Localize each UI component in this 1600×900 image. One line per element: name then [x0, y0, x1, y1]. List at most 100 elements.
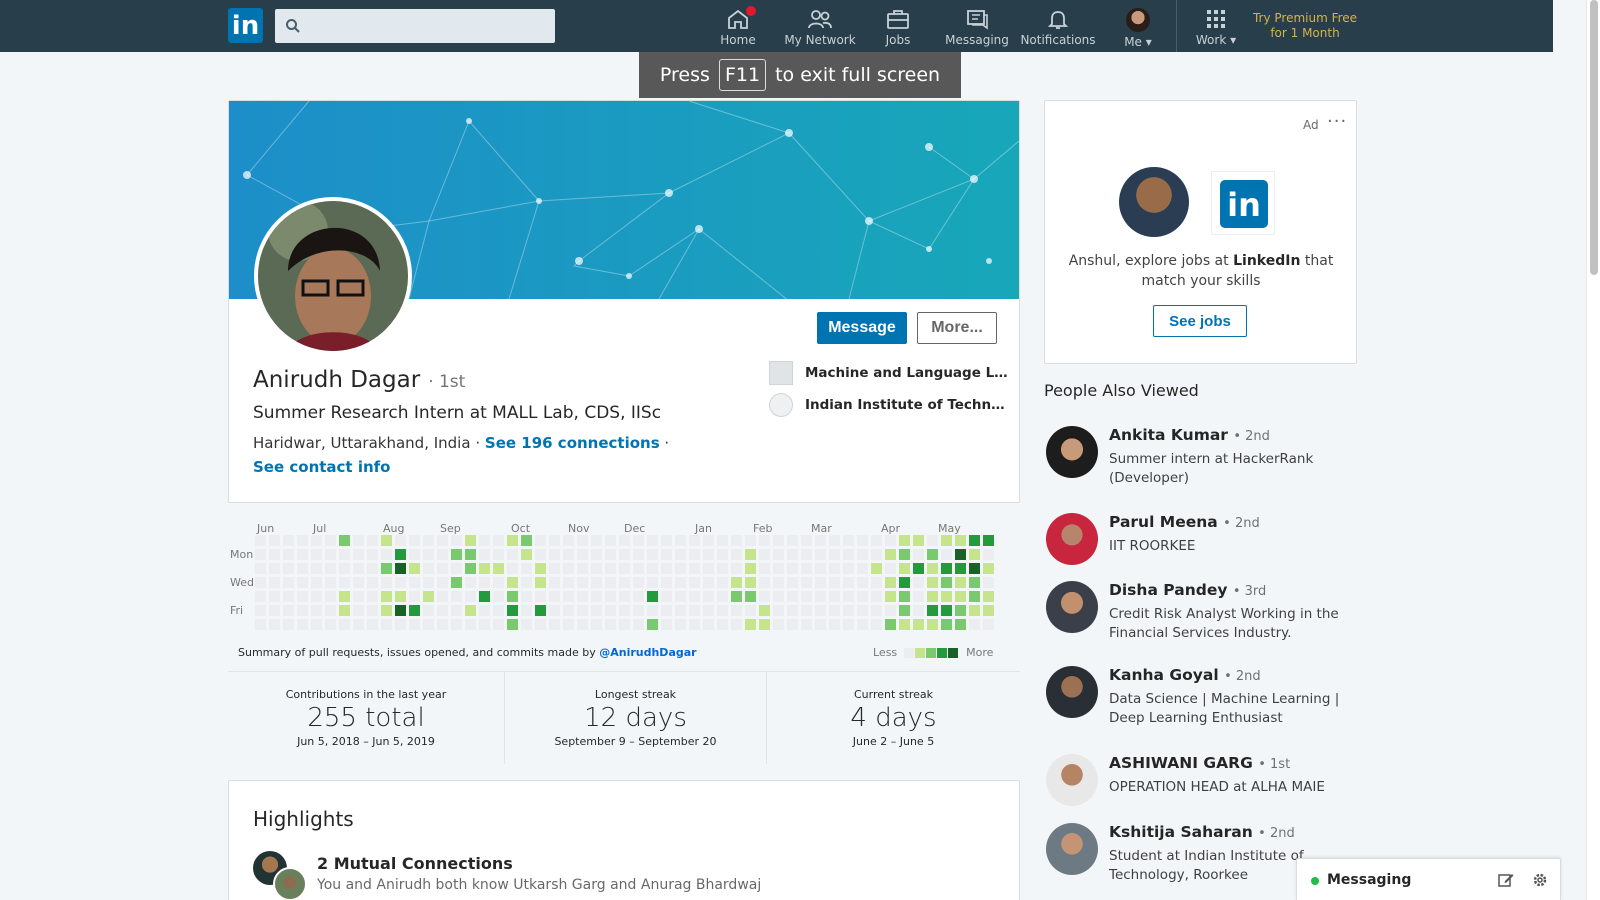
- contribution-cell: [521, 605, 532, 616]
- stat-value: 255 total: [307, 703, 425, 733]
- contribution-cell: [591, 549, 602, 560]
- contribution-cell: [913, 577, 924, 588]
- toast-before: Press: [659, 64, 710, 86]
- contribution-cell: [717, 563, 728, 574]
- contribution-cell: [549, 619, 560, 630]
- person-card[interactable]: ASHIWANI GARG • 1st OPERATION HEAD at AL…: [1044, 754, 1364, 810]
- contribution-cell: [507, 619, 518, 630]
- contribution-cell: [633, 577, 644, 588]
- contribution-cell: [745, 591, 756, 602]
- stat-title: Contributions in the last year: [285, 688, 447, 701]
- org-experience[interactable]: Machine and Language Le...: [769, 361, 1009, 385]
- more-button[interactable]: More...: [917, 312, 997, 344]
- person-card[interactable]: Parul Meena • 2nd IIT ROORKEE: [1044, 513, 1364, 569]
- contribution-cell: [843, 577, 854, 588]
- contribution-cell: [395, 577, 406, 588]
- nav-jobs[interactable]: Jobs: [858, 0, 938, 52]
- contribution-cell: [787, 535, 798, 546]
- contribution-cell: [255, 619, 266, 630]
- contribution-cell: [479, 605, 490, 616]
- nav-me[interactable]: Me ▾: [1098, 0, 1178, 52]
- contribution-cell: [311, 563, 322, 574]
- contribution-cell: [465, 605, 476, 616]
- contribution-cell: [563, 535, 574, 546]
- message-button[interactable]: Message: [817, 312, 907, 344]
- profile-name: Anirudh Dagar: [253, 367, 421, 393]
- messaging-bar[interactable]: Messaging: [1296, 858, 1561, 900]
- nav-work[interactable]: Work ▾: [1176, 0, 1256, 52]
- avatar: [1046, 666, 1098, 718]
- search-box[interactable]: [275, 9, 555, 43]
- see-contact-info-link[interactable]: See contact info: [253, 458, 390, 476]
- contribution-cell: [549, 591, 560, 602]
- contribution-cell: [269, 591, 280, 602]
- contribution-cell: [689, 535, 700, 546]
- person-card[interactable]: Ankita Kumar • 2nd Summer intern at Hack…: [1044, 426, 1364, 486]
- scrollbar-thumb[interactable]: [1590, 0, 1598, 275]
- contribution-cell: [507, 577, 518, 588]
- stat-title: Longest streak: [594, 688, 677, 701]
- contribution-cell: [899, 577, 910, 588]
- contribution-cell: [885, 577, 896, 588]
- contribution-cell: [409, 577, 420, 588]
- contribution-cell: [451, 591, 462, 602]
- contribution-cell: [801, 563, 812, 574]
- org-education[interactable]: Indian Institute of Technol...: [769, 393, 1009, 417]
- contribution-cell: [675, 563, 686, 574]
- person-card[interactable]: Disha Pandey • 3rd Credit Risk Analyst W…: [1044, 581, 1364, 641]
- contribution-cell: [759, 549, 770, 560]
- mutual-avatars[interactable]: [253, 851, 309, 900]
- person-name: ASHIWANI GARG: [1109, 754, 1253, 772]
- contribution-cell: [983, 591, 994, 602]
- contribution-cell: [269, 563, 280, 574]
- mutual-connections-text: You and Anirudh both know Utkarsh Garg a…: [317, 877, 762, 893]
- stat-total: Contributions in the last year 255 total…: [228, 672, 504, 764]
- avatar: [1126, 8, 1150, 32]
- contribution-cell: [451, 563, 462, 574]
- contribution-cell: [689, 619, 700, 630]
- profile-photo[interactable]: [254, 197, 412, 355]
- contribution-cell: [255, 563, 266, 574]
- contribution-cell: [367, 619, 378, 630]
- month-label: Aug: [383, 522, 405, 535]
- nav-my-network[interactable]: My Network: [776, 0, 864, 52]
- try-premium-link[interactable]: Try Premium Free for 1 Month: [1250, 11, 1360, 41]
- person-card[interactable]: Kanha Goyal • 2nd Data Science | Machine…: [1044, 666, 1364, 726]
- see-connections-link[interactable]: See 196 connections: [485, 434, 660, 452]
- contribution-cell: [913, 619, 924, 630]
- contribution-cell: [633, 549, 644, 560]
- month-label: Mar: [811, 522, 832, 535]
- month-label: Dec: [624, 522, 646, 535]
- contribution-cell: [283, 605, 294, 616]
- nav-messaging[interactable]: Messaging: [937, 0, 1017, 52]
- contribution-cell: [955, 535, 966, 546]
- page-scrollbar[interactable]: [1586, 0, 1600, 900]
- person-name: Disha Pandey: [1109, 581, 1228, 599]
- contribution-cell: [493, 563, 504, 574]
- contribution-cell: [675, 549, 686, 560]
- mutual-connections-link[interactable]: 2 Mutual Connections: [317, 854, 513, 873]
- contribution-cell: [927, 619, 938, 630]
- avatar: [1046, 426, 1098, 478]
- contribution-cell: [409, 591, 420, 602]
- nav-home[interactable]: Home: [698, 0, 778, 52]
- contribution-cell: [381, 535, 392, 546]
- contribution-cell: [605, 535, 616, 546]
- compose-icon[interactable]: [1497, 871, 1515, 889]
- highlights-title: Highlights: [253, 807, 354, 831]
- search-input[interactable]: [309, 9, 549, 43]
- contribution-cell: [311, 549, 322, 560]
- contribution-cell: [451, 535, 462, 546]
- see-jobs-button[interactable]: See jobs: [1153, 305, 1247, 337]
- linkedin-logo[interactable]: in: [228, 8, 263, 43]
- contribution-cell: [871, 577, 882, 588]
- search-icon: [286, 19, 300, 33]
- settings-gear-icon[interactable]: [1531, 871, 1549, 889]
- contribution-cell: [325, 619, 336, 630]
- github-user-link[interactable]: @AnirudhDagar: [599, 646, 696, 659]
- more-options-icon[interactable]: ···: [1327, 111, 1347, 132]
- contribution-cell: [493, 619, 504, 630]
- nav-notifications[interactable]: Notifications: [1016, 0, 1100, 52]
- contribution-cell: [549, 563, 560, 574]
- contribution-cell: [969, 577, 980, 588]
